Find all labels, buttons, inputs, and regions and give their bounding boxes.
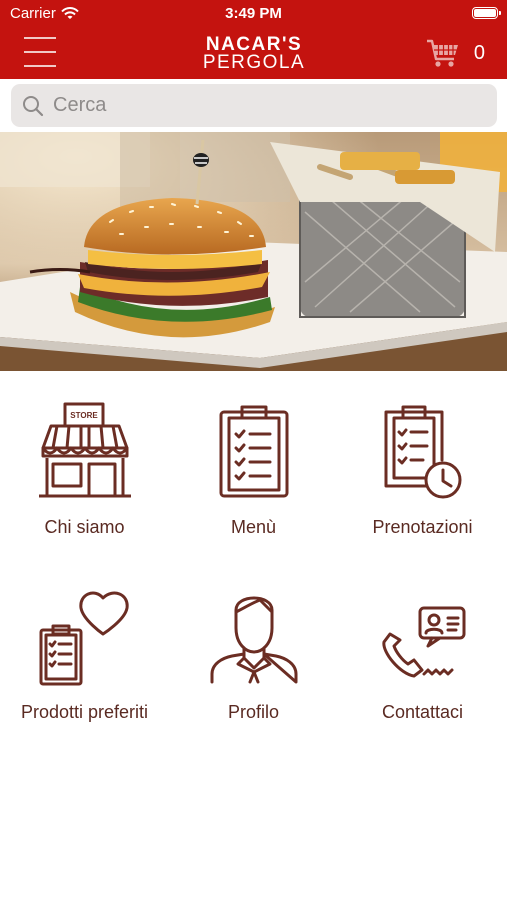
hamburger-menu-button[interactable] [24, 36, 56, 68]
menu-item-prenotazioni[interactable]: Prenotazioni [338, 390, 507, 560]
menu-item-contattaci[interactable]: Contattaci [338, 580, 507, 750]
menu-item-label: Prodotti preferiti [20, 702, 149, 722]
search-icon [23, 95, 44, 116]
menu-item-profilo[interactable]: Profilo [169, 580, 338, 750]
search-input[interactable] [51, 93, 475, 118]
menu-item-label: Profilo [227, 702, 280, 722]
menu-item-menu[interactable]: Menù [169, 390, 338, 560]
clipboard-list-icon [219, 405, 288, 498]
menu-item-label: Menù [230, 517, 277, 537]
clipboard-clock-icon [384, 405, 461, 499]
cart-button[interactable]: 0 [426, 38, 485, 68]
clipboard-heart-icon [39, 591, 129, 686]
app-logo: NACAR'S PERGOLA [190, 35, 318, 73]
app-screen: Carrier 3:49 PM NACAR'S PERGOLA 0 Cerca … [0, 0, 507, 900]
phone-contact-icon [381, 606, 465, 678]
menu-item-label: Chi siamo [44, 517, 125, 537]
store-sign-text: STORE [70, 411, 98, 420]
menu-line-icon [24, 37, 56, 39]
status-bar: Carrier 3:49 PM [0, 0, 507, 28]
menu-item-label: Prenotazioni [372, 517, 473, 537]
hero-burger-image [0, 132, 507, 371]
logo-line2: PERGOLA [202, 52, 306, 73]
menu-item-prodotti-preferiti[interactable]: Prodotti preferiti [0, 580, 169, 750]
user-icon [210, 596, 297, 684]
cart-count-badge: 0 [473, 41, 485, 64]
store-icon: STORE [38, 402, 131, 498]
app-header: Carrier 3:49 PM NACAR'S PERGOLA 0 [0, 0, 507, 79]
menu-item-label: Contattaci [381, 702, 464, 722]
menu-line-icon [24, 51, 56, 53]
menu-item-chi-siamo[interactable]: STORE Chi siamo [0, 390, 169, 560]
status-time: 3:49 PM [225, 5, 282, 22]
search-bar[interactable] [11, 84, 497, 127]
battery-icon [472, 7, 501, 19]
cart-icon [426, 39, 458, 67]
search-bar-container [0, 79, 507, 132]
menu-line-icon [24, 65, 56, 67]
